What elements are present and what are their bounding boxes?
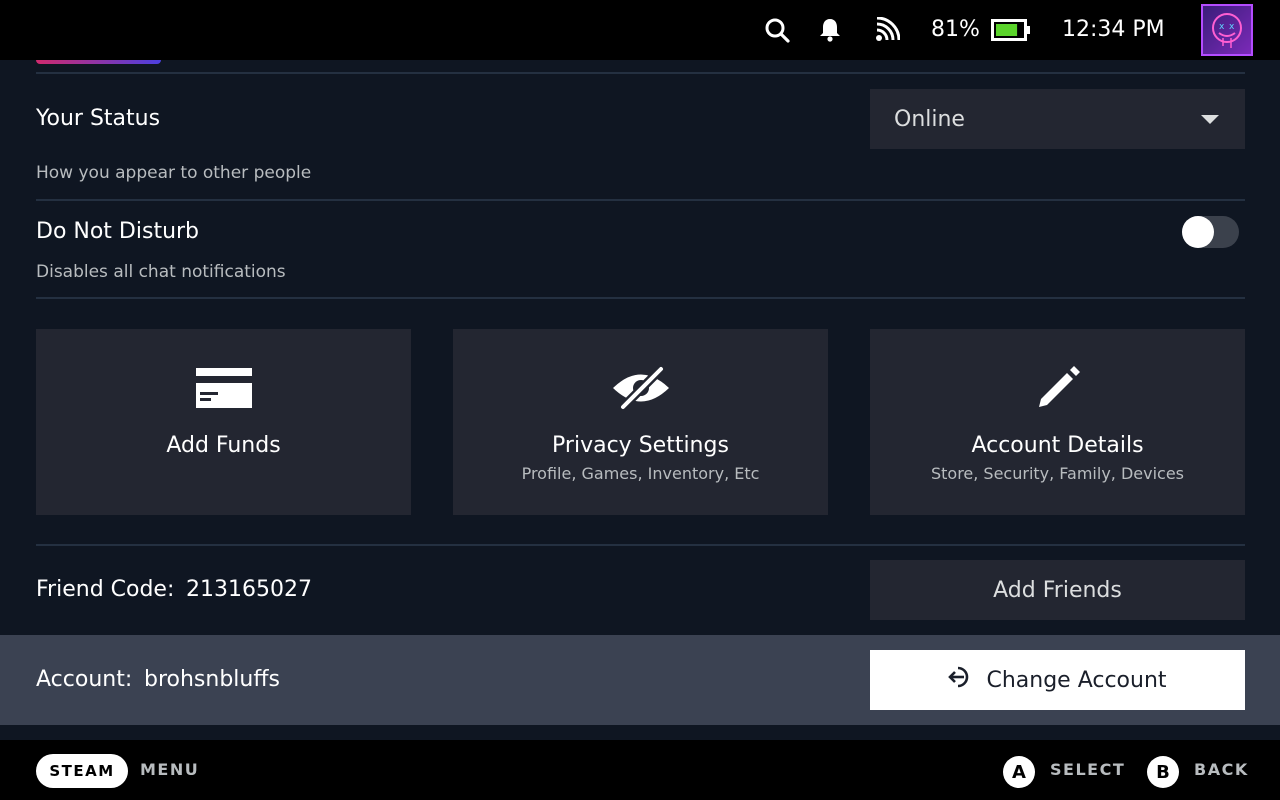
bell-icon[interactable] (815, 14, 845, 46)
account-name: brohsnbluffs (144, 667, 280, 692)
search-icon[interactable] (762, 14, 792, 46)
privacy-settings-tile[interactable]: Privacy Settings Profile, Games, Invento… (453, 329, 828, 515)
dnd-description: Disables all chat notifications (36, 262, 286, 282)
divider (36, 72, 1245, 74)
credit-card-icon (195, 363, 252, 413)
back-hint: BACK (1194, 760, 1249, 779)
status-dropdown-value: Online (894, 106, 965, 132)
account-label: Account: (36, 667, 133, 692)
divider (36, 544, 1245, 546)
add-funds-tile[interactable]: Add Funds (36, 329, 411, 515)
tile-title: Add Funds (166, 433, 281, 458)
pencil-icon (1033, 363, 1083, 413)
svg-text:x: x (1229, 22, 1235, 32)
divider (36, 297, 1245, 299)
status-description: How you appear to other people (36, 163, 312, 183)
status-dropdown[interactable]: Online (870, 89, 1245, 149)
sign-in-icon (948, 665, 974, 695)
tile-title: Privacy Settings (552, 433, 729, 458)
svg-text:x: x (1219, 22, 1225, 32)
avatar[interactable]: x x (1201, 4, 1253, 56)
a-button-icon[interactable]: A (1003, 756, 1035, 788)
friend-code-value: 213165027 (186, 577, 312, 602)
account-details-tile[interactable]: Account Details Store, Security, Family,… (870, 329, 1245, 515)
divider (36, 199, 1245, 201)
friend-code-label: Friend Code: (36, 577, 175, 602)
status-label: Your Status (36, 106, 161, 131)
add-friends-button[interactable]: Add Friends (870, 560, 1245, 620)
clock: 12:34 PM (1062, 17, 1165, 42)
battery-percent: 81% (931, 17, 980, 42)
tile-subtitle: Profile, Games, Inventory, Etc (521, 464, 760, 483)
eye-slash-icon (611, 363, 671, 413)
tile-title: Account Details (971, 433, 1144, 458)
steam-button[interactable]: STEAM (36, 754, 128, 788)
menu-hint: MENU (140, 760, 200, 779)
change-account-label: Change Account (986, 667, 1167, 693)
change-account-button[interactable]: Change Account (870, 650, 1245, 710)
controller-hint-bar: STEAM MENU A SELECT B BACK (0, 740, 1280, 800)
dnd-label: Do Not Disturb (36, 219, 200, 244)
scrolled-section-edge (36, 60, 161, 64)
b-button-icon[interactable]: B (1147, 756, 1179, 788)
select-hint: SELECT (1050, 760, 1126, 779)
wifi-icon (872, 14, 902, 46)
dnd-toggle[interactable] (1182, 216, 1239, 248)
status-bar: 81% 12:34 PM x x (0, 0, 1280, 60)
tile-subtitle: Store, Security, Family, Devices (930, 464, 1185, 483)
battery-icon (990, 14, 1032, 46)
toggle-knob (1182, 216, 1214, 248)
chevron-down-icon (1201, 115, 1219, 124)
